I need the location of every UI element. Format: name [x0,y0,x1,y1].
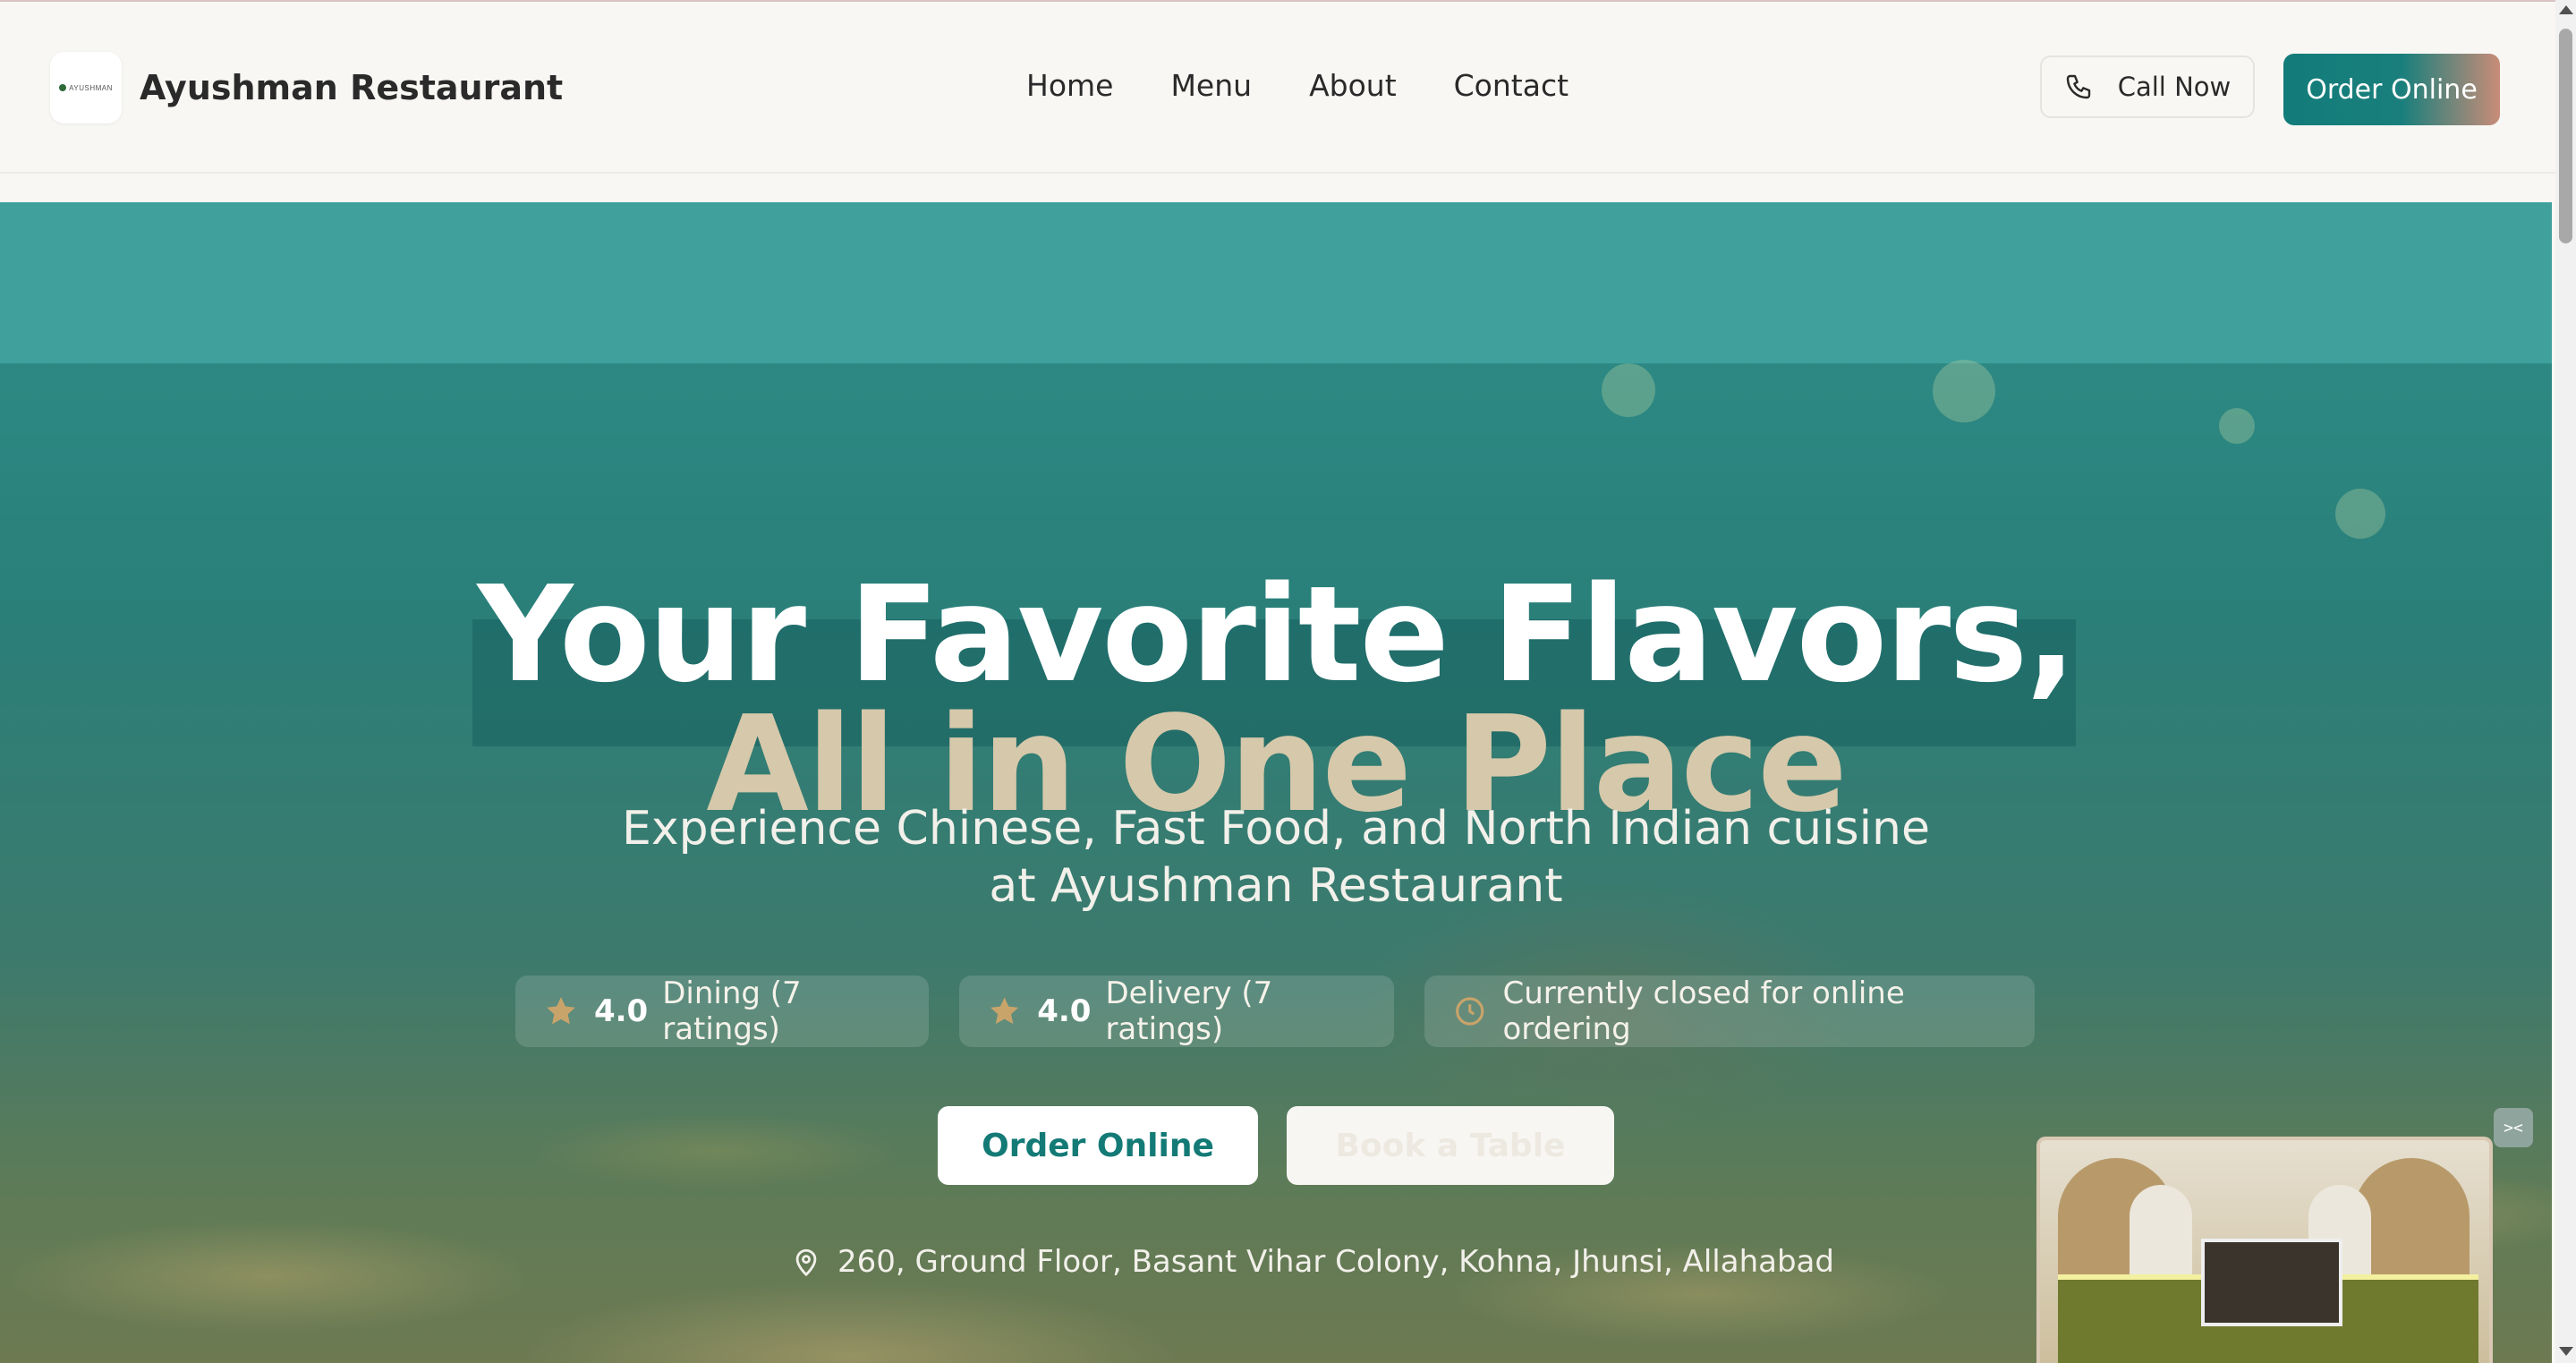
page-scrollbar[interactable] [2555,0,2576,1363]
hero-top-band [0,202,2552,363]
brand[interactable]: AYUSHMAN Ayushman Restaurant [50,52,563,124]
subtitle-line-2: at Ayushman Restaurant [989,859,1563,913]
clock-icon [1456,997,1484,1026]
hero-title-line-1: Your Favorite Flavors, [477,558,2076,712]
address-text: 260, Ground Floor, Basant Vihar Colony, … [837,1244,1834,1280]
site-header: AYUSHMAN Ayushman Restaurant Home Menu A… [0,2,2555,174]
map-pin-icon [795,1248,817,1277]
bokeh-light [1602,363,1655,417]
delivery-rating-value: 4.0 [1037,993,1092,1029]
hero-subtitle: Experience Chinese, Fast Food, and North… [560,800,1992,915]
restaurant-logo: AYUSHMAN [50,52,122,124]
scroll-up-arrow-icon[interactable] [2559,5,2573,14]
scroll-thumb[interactable] [2559,29,2572,243]
delivery-rating-label: Delivery (7 ratings) [1105,975,1273,1047]
scroll-down-arrow-icon[interactable] [2559,1347,2573,1356]
nav-about[interactable]: About [1309,68,1397,103]
delivery-rating-pill: 4.0 Delivery (7 ratings) [959,975,1394,1047]
nav-home[interactable]: Home [1026,68,1113,103]
video-display-case [2201,1239,2342,1326]
bokeh-light [1933,360,1995,422]
ordering-status-pill: Currently closed for online ordering [1424,975,2035,1047]
main-nav: Home Menu About Contact [1026,68,1569,103]
hero-order-online-button[interactable]: Order Online [938,1106,1258,1185]
dining-rating-value: 4.0 [593,993,649,1029]
restaurant-video-thumbnail[interactable] [2036,1137,2493,1363]
call-now-button[interactable]: Call Now [2040,55,2255,118]
brand-name: Ayushman Restaurant [140,68,564,107]
restaurant-address: 260, Ground Floor, Basant Vihar Colony, … [791,1244,1834,1280]
call-now-label: Call Now [2117,72,2232,102]
ordering-status-text: Currently closed for online ordering [1502,975,1905,1047]
video-statue [2130,1185,2192,1283]
star-icon [547,997,575,1025]
nav-menu[interactable]: Menu [1170,68,1252,103]
phone-icon [2066,74,2090,99]
nav-contact[interactable]: Contact [1454,68,1569,103]
star-icon [990,997,1019,1025]
video-toggle-button[interactable]: >< [2494,1108,2533,1147]
dining-rating-label: Dining (7 ratings) [662,975,802,1047]
subtitle-line-1: Experience Chinese, Fast Food, and North… [622,802,1930,856]
dining-rating-pill: 4.0 Dining (7 ratings) [515,975,929,1047]
bokeh-light [2335,489,2385,539]
bokeh-light [2219,408,2255,444]
book-table-button[interactable]: Book a Table [1287,1106,1614,1185]
header-order-online-button[interactable]: Order Online [2283,54,2500,125]
